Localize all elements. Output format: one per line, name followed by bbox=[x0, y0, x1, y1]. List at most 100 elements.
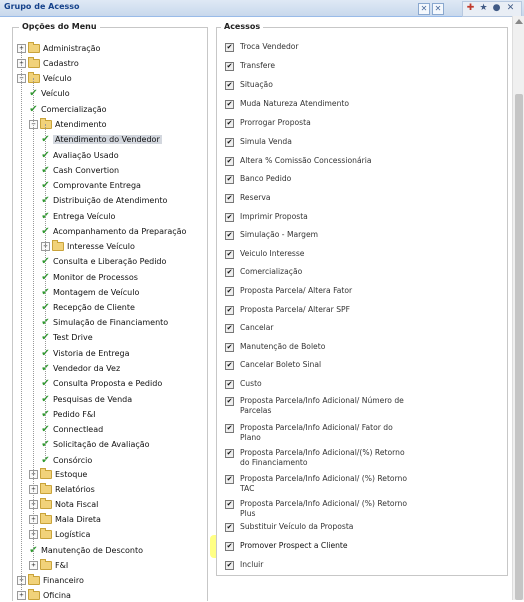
tree-leaf-node[interactable]: ✔ Consulta Proposta e Pedido bbox=[41, 376, 162, 390]
tree-folder-node[interactable]: + Financeiro bbox=[17, 573, 84, 587]
tree-folder-node[interactable]: + Mala Direta bbox=[29, 512, 101, 526]
window-scrollbar[interactable] bbox=[512, 16, 524, 600]
access-item[interactable]: ✔ Imprimir Proposta bbox=[225, 212, 308, 222]
access-checkbox[interactable]: ✔ bbox=[225, 306, 234, 315]
access-item[interactable]: ✔ Simulação - Margem bbox=[225, 230, 318, 240]
access-item[interactable]: ✔ Proposta Parcela/Info Adicional/(%) Ret… bbox=[225, 448, 412, 468]
tree-leaf-node[interactable]: ✔ Vistoria de Entrega bbox=[41, 346, 129, 360]
access-checkbox[interactable]: ✔ bbox=[225, 119, 234, 128]
access-checkbox[interactable]: ✔ bbox=[225, 194, 234, 203]
tree-folder-node[interactable]: − Atendimento bbox=[29, 117, 107, 131]
tree-leaf-node[interactable]: ✔ Recepção de Cliente bbox=[41, 300, 135, 314]
tree-leaf-node[interactable]: ✔ Consulta e Liberação Pedido bbox=[41, 254, 166, 268]
access-item[interactable]: ✔ Cancelar bbox=[225, 323, 274, 333]
access-item[interactable]: ✔ Proposta Parcela/ Altera Fator bbox=[225, 286, 352, 296]
tree-leaf-node[interactable]: ✔ Test Drive bbox=[41, 330, 92, 344]
tree-folder-node[interactable]: + Cadastro bbox=[17, 56, 79, 70]
access-checkbox[interactable]: ✔ bbox=[225, 343, 234, 352]
access-checkbox[interactable]: ✔ bbox=[225, 287, 234, 296]
access-item[interactable]: ✔ Troca Vendedor bbox=[225, 42, 299, 52]
access-checkbox[interactable]: ✔ bbox=[225, 449, 234, 458]
access-checkbox[interactable]: ✔ bbox=[225, 100, 234, 109]
tree-leaf-node[interactable]: ✔ Pesquisas de Venda bbox=[41, 392, 132, 406]
tree-leaf-node[interactable]: ✔ Connectlead bbox=[41, 422, 103, 436]
tree-folder-node[interactable]: + Administração bbox=[17, 41, 100, 55]
access-item[interactable]: ✔ Transfere bbox=[225, 61, 275, 71]
access-checkbox[interactable]: ✔ bbox=[225, 175, 234, 184]
access-checkbox[interactable]: ✔ bbox=[225, 380, 234, 389]
access-checkbox[interactable]: ✔ bbox=[225, 157, 234, 166]
tree-leaf-node[interactable]: ✔ Consórcio bbox=[41, 453, 92, 467]
access-item[interactable]: ✔ Prorrogar Proposta bbox=[225, 118, 311, 128]
window-pin-icon[interactable]: ✕ bbox=[418, 3, 430, 15]
tree-leaf-node[interactable]: ✔ Simulação de Financiamento bbox=[41, 315, 168, 329]
tree-folder-node[interactable]: − Veículo bbox=[17, 71, 72, 85]
access-checkbox[interactable]: ✔ bbox=[225, 43, 234, 52]
access-checkbox[interactable]: ✔ bbox=[225, 424, 234, 433]
access-item[interactable]: ✔ Proposta Parcela/Info Adicional/ (%) Re… bbox=[225, 474, 412, 494]
access-item[interactable]: ✔ Situação bbox=[225, 80, 273, 90]
tree-leaf-node[interactable]: ✔ Veículo bbox=[29, 86, 69, 100]
window-close-icon[interactable]: ✕ bbox=[432, 3, 444, 15]
tree-leaf-node[interactable]: ✔ Manutenção de Desconto bbox=[29, 543, 143, 557]
tree-leaf-node[interactable]: ✔ Atendimento do Vendedor bbox=[41, 132, 162, 146]
access-item[interactable]: ✔ Altera % Comissão Concessionária bbox=[225, 156, 371, 166]
access-checkbox[interactable]: ✔ bbox=[225, 542, 234, 551]
access-item[interactable]: ✔ Banco Pedido bbox=[225, 174, 291, 184]
access-item[interactable]: ✔ Incluir bbox=[225, 560, 263, 570]
tree-leaf-node[interactable]: ✔ Monitor de Processos bbox=[41, 270, 138, 284]
access-item[interactable]: ✔ Manutenção de Boleto bbox=[225, 342, 325, 352]
access-checkbox[interactable]: ✔ bbox=[225, 561, 234, 570]
access-checkbox[interactable]: ✔ bbox=[225, 500, 234, 509]
access-checkbox[interactable]: ✔ bbox=[225, 81, 234, 90]
tree-folder-node[interactable]: + Interesse Veículo bbox=[41, 239, 135, 253]
access-checkbox[interactable]: ✔ bbox=[225, 231, 234, 240]
access-checkbox[interactable]: ✔ bbox=[225, 268, 234, 277]
scroll-thumb[interactable] bbox=[515, 94, 523, 600]
tree-leaf-node[interactable]: ✔ Avaliação Usado bbox=[41, 148, 118, 162]
tree-leaf-node[interactable]: ✔ Montagem de Veículo bbox=[41, 285, 139, 299]
access-checkbox[interactable]: ✔ bbox=[225, 250, 234, 259]
tree-leaf-node[interactable]: ✔ Cash Convertion bbox=[41, 163, 119, 177]
access-item[interactable]: ✔ Veiculo Interesse bbox=[225, 249, 304, 259]
tree-leaf-node[interactable]: ✔ Entrega Veículo bbox=[41, 209, 115, 223]
tree-leaf-node[interactable]: ✔ Solicitação de Avaliação bbox=[41, 437, 149, 451]
access-item[interactable]: ✔ Comercialização bbox=[225, 267, 302, 277]
tree-leaf-node[interactable]: ✔ Comprovante Entrega bbox=[41, 178, 141, 192]
access-item[interactable]: ✔ Proposta Parcela/ Alterar SPF bbox=[225, 305, 350, 315]
tree-leaf-node[interactable]: ✔ Pedido F&I bbox=[41, 407, 95, 421]
access-item[interactable]: ✔ Proposta Parcela/Info Adicional/ Número… bbox=[225, 396, 412, 416]
tree-folder-node[interactable]: + Estoque bbox=[29, 467, 87, 481]
tree-leaf-node[interactable]: ✔ Distribuição de Atendimento bbox=[41, 193, 167, 207]
access-checkbox[interactable]: ✔ bbox=[225, 475, 234, 484]
access-item[interactable]: ✔ Cancelar Boleto Sinal bbox=[225, 360, 321, 370]
access-checkbox[interactable]: ✔ bbox=[225, 361, 234, 370]
access-item[interactable]: ✔ Promover Prospect a Cliente bbox=[225, 541, 348, 551]
tree-folder-node[interactable]: + Logística bbox=[29, 527, 90, 541]
access-item[interactable]: ✔ Custo bbox=[225, 379, 262, 389]
access-item[interactable]: ✔ Muda Natureza Atendimento bbox=[225, 99, 349, 109]
star-icon[interactable]: ★ bbox=[478, 3, 489, 14]
add-icon[interactable]: ✚ bbox=[465, 3, 476, 14]
access-checkbox[interactable]: ✔ bbox=[225, 324, 234, 333]
access-item[interactable]: ✔ Proposta Parcela/Info Adicional/ (%) Re… bbox=[225, 499, 412, 519]
tree-folder-node[interactable]: + Relatórios bbox=[29, 482, 95, 496]
scroll-up-icon[interactable] bbox=[515, 19, 523, 24]
access-item[interactable]: ✔ Reserva bbox=[225, 193, 271, 203]
close-icon[interactable]: ✕ bbox=[505, 3, 516, 14]
tree-leaf-node[interactable]: ✔ Acompanhamento da Preparação bbox=[41, 224, 186, 238]
access-checkbox[interactable]: ✔ bbox=[225, 397, 234, 406]
access-checkbox[interactable]: ✔ bbox=[225, 523, 234, 532]
cancel-icon[interactable]: ● bbox=[491, 3, 502, 14]
access-item[interactable]: ✔ Substituir Veículo da Proposta bbox=[225, 522, 353, 532]
access-checkbox[interactable]: ✔ bbox=[225, 138, 234, 147]
tree-folder-node[interactable]: + Nota Fiscal bbox=[29, 497, 98, 511]
access-item[interactable]: ✔ Proposta Parcela/Info Adicional/ Fator … bbox=[225, 423, 412, 443]
access-checkbox[interactable]: ✔ bbox=[225, 62, 234, 71]
tree-folder-node[interactable]: + F&I bbox=[29, 558, 68, 572]
tree-leaf-node[interactable]: ✔ Vendedor da Vez bbox=[41, 361, 120, 375]
access-item[interactable]: ✔ Simula Venda bbox=[225, 137, 292, 147]
access-checkbox[interactable]: ✔ bbox=[225, 213, 234, 222]
tree-leaf-node[interactable]: ✔ Comercialização bbox=[29, 102, 106, 116]
tree-connector-line bbox=[45, 124, 46, 460]
